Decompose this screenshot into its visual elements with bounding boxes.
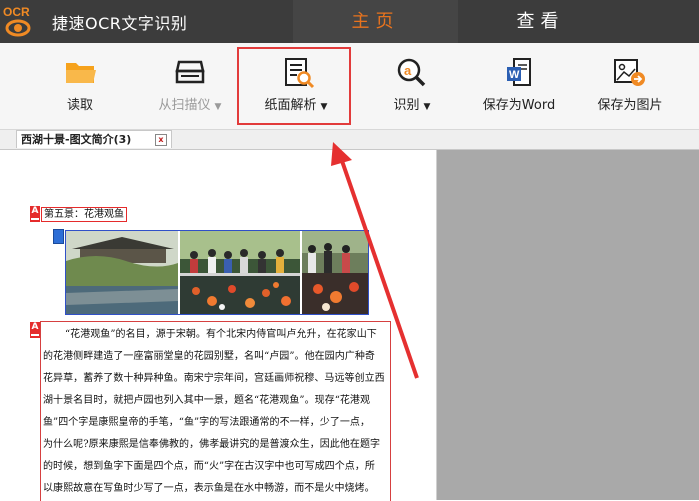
document-tab[interactable]: 西湖十景-图文简介(3) x (16, 130, 172, 148)
recognize-label: 识别 (393, 98, 420, 113)
paragraph-line: “花港观鱼”的名目，源于宋朝。有个北宋内侍官叫卢允升，在花家山下 (65, 329, 377, 340)
save-word-button[interactable]: W 保存为Word (474, 43, 564, 129)
svg-text:a: a (404, 63, 412, 78)
save-word-label: 保存为Word (482, 98, 556, 113)
document-tab-title: 西湖十景-图文简介(3) (21, 133, 132, 146)
image-file-icon (614, 59, 645, 86)
paragraph-line: 以康熙故意在写鱼时少写了一点，表示鱼是在水中畅游，而不是火中烧烤。 (43, 483, 375, 494)
chevron-down-icon: ▼ (423, 102, 431, 112)
scanner-button[interactable]: 从扫描仪 ▼ (148, 43, 232, 129)
paragraph-line: 为什么呢?原来康熙是信奉佛教的，佛孝最讲究的是普渡众生，因此他在题字 (43, 439, 381, 450)
photo-image (66, 231, 368, 314)
tab-view[interactable]: 查看 (458, 0, 623, 43)
read-label: 读取 (66, 98, 93, 113)
title-bar: OCR 捷速OCR文字识别 主页 查看 (0, 0, 699, 43)
scanner-label: 从扫描仪 (158, 98, 211, 113)
tab-home[interactable]: 主页 (293, 0, 458, 43)
paragraph-line: 鱼”四个字是康熙皇帝的手笔，“鱼”字的写法跟通常的不一样，少了一点， (43, 417, 371, 428)
document-tabbar: 西湖十景-图文简介(3) x (0, 130, 699, 150)
photo-region[interactable] (65, 230, 369, 315)
app-title: 捷速OCR文字识别 (52, 14, 188, 33)
image-region-marker[interactable] (53, 229, 64, 244)
scanner-icon (175, 60, 205, 84)
ocr-logo-icon: OCR (0, 0, 42, 43)
recognize-icon: a (397, 58, 426, 87)
chevron-down-icon: ▼ (214, 102, 222, 112)
word-file-icon: W (507, 58, 531, 86)
paragraph-line: 湖十景名目时，就把卢园也列入其中一景，题名“花港观鱼”。现存“花港观 (43, 395, 371, 406)
heading-region[interactable]: 第五景：花港观鱼 (41, 207, 127, 222)
preview-pane (437, 150, 699, 500)
text-region-marker[interactable]: A (30, 206, 40, 222)
close-icon[interactable]: x (155, 134, 167, 146)
save-image-label: 保存为图片 (597, 98, 663, 113)
text-region-marker[interactable]: A (30, 322, 40, 338)
paragraph-line: 的时候，想到鱼字下面是四个点，而“火”字在古汉字中也可写成四个点，所 (43, 461, 375, 472)
folder-icon (66, 63, 96, 83)
svg-text:OCR: OCR (3, 5, 30, 19)
paragraph-region[interactable]: “花港观鱼”的名目，源于宋朝。有个北宋内侍官叫卢允升，在花家山下 的花港侧畔建造… (40, 321, 391, 501)
paragraph-line: 花异草，蓄养了数十种异种鱼。南宋宁宗年间，宫廷画师祝穆、马远等创立西 (43, 373, 385, 384)
svg-text:W: W (509, 69, 520, 81)
recognize-button[interactable]: a 识别 ▼ (380, 43, 444, 129)
read-button[interactable]: 读取 (50, 43, 110, 129)
save-image-button[interactable]: 保存为图片 (590, 43, 670, 129)
paper-parse-highlight (237, 47, 351, 125)
paragraph-line: 的花港侧畔建造了一座富丽堂皇的花园别墅，名叫“卢园”。他在园内广种奇 (43, 351, 375, 362)
